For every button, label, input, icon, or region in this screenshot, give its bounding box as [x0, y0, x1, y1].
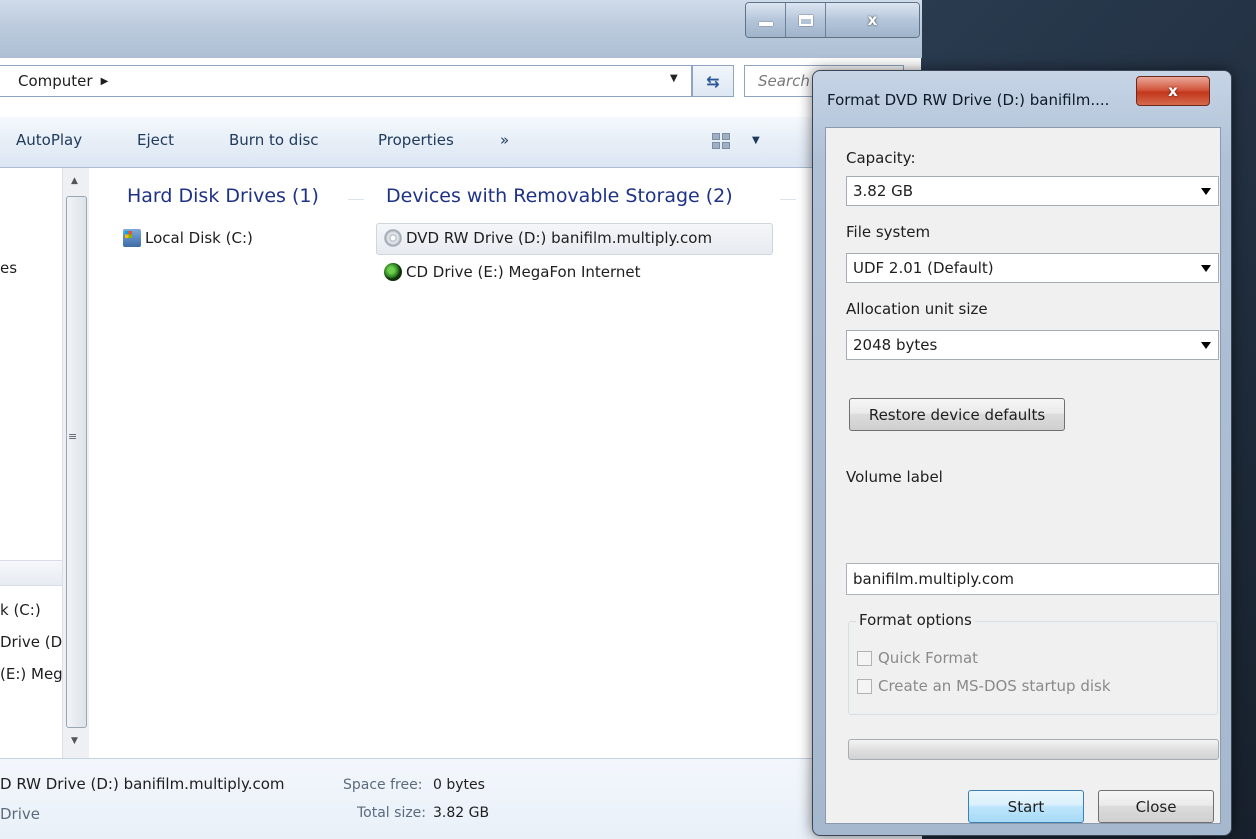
breadcrumb-computer[interactable]: Computer — [18, 72, 93, 90]
drive-label: DVD RW Drive (D:) banifilm.multiply.com — [406, 229, 713, 247]
dialog-body: Capacity: 3.82 GB File system UDF 2.01 (… — [825, 127, 1221, 824]
explorer-window: x Computer ▶ ▼ ⇆ Search C AutoPlay Eject… — [0, 0, 922, 839]
drive-cd[interactable]: CD Drive (E:) MegaFon Internet — [384, 263, 641, 281]
breadcrumb-chevron-right-icon[interactable]: ▶ — [101, 76, 109, 87]
scroll-down-icon[interactable]: ▼ — [71, 736, 78, 746]
space-free-label: Space free: — [343, 777, 423, 793]
quick-format-label: Quick Format — [878, 649, 979, 667]
more-commands-button[interactable]: » — [500, 131, 509, 149]
explorer-titlebar[interactable]: x — [0, 0, 922, 58]
close-icon: x — [867, 11, 878, 29]
format-progress-bar — [848, 739, 1219, 760]
volume-label-value: banifilm.multiply.com — [853, 570, 1014, 588]
start-button[interactable]: Start — [968, 790, 1084, 823]
maximize-icon — [798, 14, 813, 26]
capacity-label: Capacity: — [846, 149, 916, 167]
cd-drive-icon — [384, 263, 402, 281]
minimize-button[interactable] — [746, 3, 786, 37]
file-system-select[interactable]: UDF 2.01 (Default) — [846, 253, 1219, 283]
allocation-size-value: 2048 bytes — [853, 336, 938, 354]
close-icon: x — [1168, 82, 1178, 100]
format-options-group: Format options Quick Format Create an MS… — [848, 611, 1218, 715]
file-system-value: UDF 2.01 (Default) — [853, 259, 994, 277]
refresh-icon: ⇆ — [706, 71, 720, 91]
group-divider — [780, 199, 796, 200]
dialog-close-button[interactable]: x — [1136, 76, 1210, 106]
nav-item-local-disk[interactable]: k (C:) — [0, 601, 41, 619]
details-drive-type: Drive — [0, 805, 40, 823]
dialog-title: Format DVD RW Drive (D:) banifilm.... — [827, 91, 1110, 109]
drive-dvd-rw[interactable]: DVD RW Drive (D:) banifilm.multiply.com — [384, 229, 712, 247]
close-window-button[interactable]: x — [826, 3, 919, 37]
capacity-value: 3.82 GB — [853, 182, 914, 200]
format-options-label: Format options — [856, 611, 975, 629]
capacity-select[interactable]: 3.82 GB — [846, 176, 1219, 206]
format-dialog: Format DVD RW Drive (D:) banifilm.... x … — [812, 70, 1232, 836]
volume-label-input[interactable]: banifilm.multiply.com — [846, 563, 1219, 595]
command-bar: AutoPlay Eject Burn to disc Properties »… — [0, 116, 922, 168]
view-options-dropdown-icon[interactable]: ▼ — [752, 135, 760, 146]
window-caption-buttons: x — [745, 2, 920, 38]
details-drive-name: D RW Drive (D:) banifilm.multiply.com — [0, 775, 285, 793]
navigation-pane: es k (C:) Drive (D (E:) Meg ▲ ≡ ▼ — [0, 168, 90, 758]
msdos-startup-label: Create an MS-DOS startup disk — [878, 677, 1111, 695]
nav-scrollbar[interactable]: ▲ ≡ ▼ — [62, 168, 89, 758]
space-free-value: 0 bytes — [433, 777, 485, 793]
maximize-button[interactable] — [786, 3, 826, 37]
eject-button[interactable]: Eject — [137, 131, 174, 149]
chevron-down-icon — [1201, 265, 1211, 272]
group-divider — [348, 199, 364, 200]
address-history-dropdown-icon[interactable]: ▼ — [670, 73, 678, 84]
chevron-down-icon — [1201, 188, 1211, 195]
drive-local-disk[interactable]: Local Disk (C:) — [123, 229, 253, 247]
close-button[interactable]: Close — [1098, 790, 1214, 823]
quick-format-checkbox[interactable]: Quick Format — [857, 649, 978, 667]
nav-section-computer[interactable] — [0, 560, 62, 586]
drive-label: CD Drive (E:) MegaFon Internet — [406, 263, 641, 281]
allocation-size-label: Allocation unit size — [846, 300, 988, 318]
nav-item-favorites[interactable]: es — [0, 259, 17, 277]
address-bar[interactable]: Computer ▶ — [0, 65, 692, 97]
volume-label-label: Volume label — [846, 468, 943, 486]
autoplay-button[interactable]: AutoPlay — [16, 131, 82, 149]
refresh-button[interactable]: ⇆ — [692, 65, 734, 97]
restore-defaults-button[interactable]: Restore device defaults — [849, 398, 1065, 431]
total-size-value: 3.82 GB — [433, 805, 490, 821]
details-pane: D RW Drive (D:) banifilm.multiply.com Dr… — [0, 758, 922, 839]
total-size-label: Total size: — [357, 805, 427, 821]
chevron-down-icon — [1201, 342, 1211, 349]
msdos-startup-checkbox[interactable]: Create an MS-DOS startup disk — [857, 677, 1111, 695]
group-header-removable[interactable]: Devices with Removable Storage (2) — [386, 185, 733, 207]
file-system-label: File system — [846, 223, 931, 241]
burn-to-disc-button[interactable]: Burn to disc — [229, 131, 319, 149]
scroll-grip-icon: ≡ — [68, 430, 78, 443]
minimize-icon — [758, 22, 773, 26]
drive-label: Local Disk (C:) — [145, 229, 253, 247]
scroll-up-icon[interactable]: ▲ — [71, 176, 78, 186]
properties-button[interactable]: Properties — [378, 131, 454, 149]
nav-item-cd-drive[interactable]: (E:) Meg — [0, 665, 63, 683]
allocation-size-select[interactable]: 2048 bytes — [846, 330, 1219, 360]
group-header-hard-disk[interactable]: Hard Disk Drives (1) — [127, 185, 319, 207]
nav-item-dvd-drive[interactable]: Drive (D — [0, 633, 62, 651]
hard-disk-icon — [123, 229, 141, 247]
nav-scroll-thumb[interactable] — [66, 196, 87, 728]
checkbox-icon — [857, 678, 872, 694]
checkbox-icon — [857, 650, 872, 666]
dvd-drive-icon — [384, 229, 402, 247]
change-view-icon[interactable] — [712, 133, 730, 149]
